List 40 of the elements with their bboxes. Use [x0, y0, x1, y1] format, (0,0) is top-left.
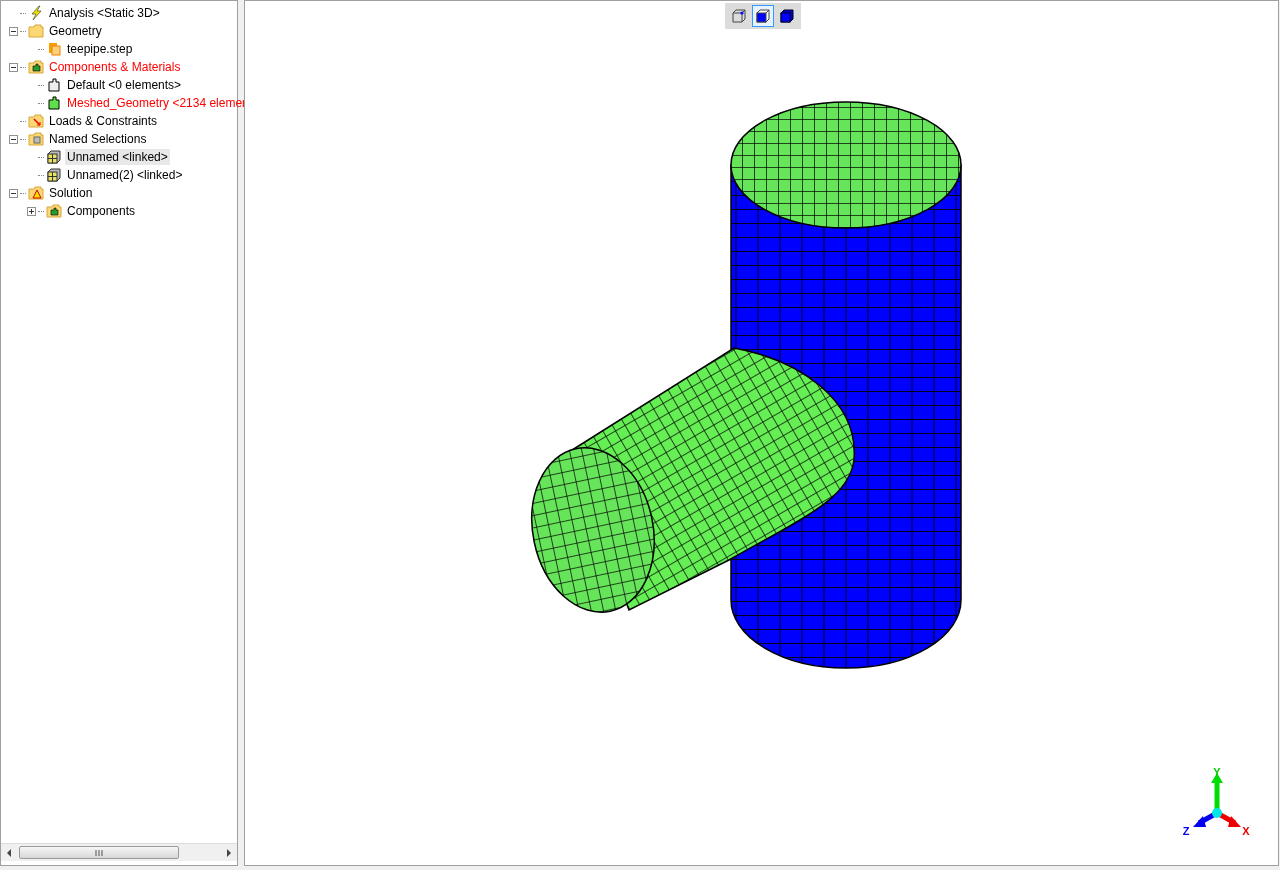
horizontal-scrollbar[interactable]	[1, 843, 237, 861]
tree-item[interactable]: Solution	[47, 185, 95, 201]
tree-item[interactable]: Components	[65, 203, 138, 219]
tree-item[interactable]: Components & Materials	[47, 59, 183, 75]
z-axis-label: Z	[1182, 825, 1190, 837]
collapse-toggle[interactable]	[9, 188, 18, 198]
component-folder-icon	[28, 59, 44, 75]
cube-icon	[755, 8, 771, 24]
selection-folder-icon	[28, 131, 44, 147]
analysis-icon	[28, 5, 44, 21]
cube-icon	[731, 8, 747, 24]
collapse-toggle[interactable]	[9, 62, 18, 72]
tree-item[interactable]: teepipe.step	[65, 41, 135, 57]
file-icon	[46, 41, 62, 57]
scroll-right-icon[interactable]	[225, 848, 233, 857]
tree-item[interactable]: Named Selections	[47, 131, 149, 147]
scrollbar-thumb[interactable]	[19, 846, 179, 859]
collapse-toggle[interactable]	[9, 134, 18, 144]
tree-item[interactable]: Geometry	[47, 23, 104, 39]
y-axis-label: Y	[1213, 767, 1221, 778]
component-empty-icon	[46, 77, 62, 93]
tree-item[interactable]: Default <0 elements>	[65, 77, 184, 93]
tree-item[interactable]: Analysis <Static 3D>	[47, 5, 162, 21]
loads-folder-icon	[28, 113, 44, 129]
collapse-toggle[interactable]	[9, 26, 18, 36]
expand-toggle[interactable]	[27, 206, 36, 216]
selection-icon	[46, 149, 62, 165]
tree-item[interactable]: Unnamed(2) <linked>	[65, 167, 185, 183]
shaded-edges-view-button[interactable]	[752, 5, 774, 27]
tree-item[interactable]: Unnamed <linked>	[65, 149, 170, 165]
tree-item[interactable]: Meshed_Geometry <2134 elemer	[65, 95, 249, 111]
selection-icon	[46, 167, 62, 183]
component-folder-icon	[46, 203, 62, 219]
tree-item[interactable]: Loads & Constraints	[47, 113, 160, 129]
folder-icon	[28, 23, 44, 39]
component-meshed-icon	[46, 95, 62, 111]
scroll-left-icon[interactable]	[5, 848, 13, 857]
cube-icon	[779, 8, 795, 24]
x-axis-label: X	[1242, 825, 1250, 837]
solution-folder-icon	[28, 185, 44, 201]
